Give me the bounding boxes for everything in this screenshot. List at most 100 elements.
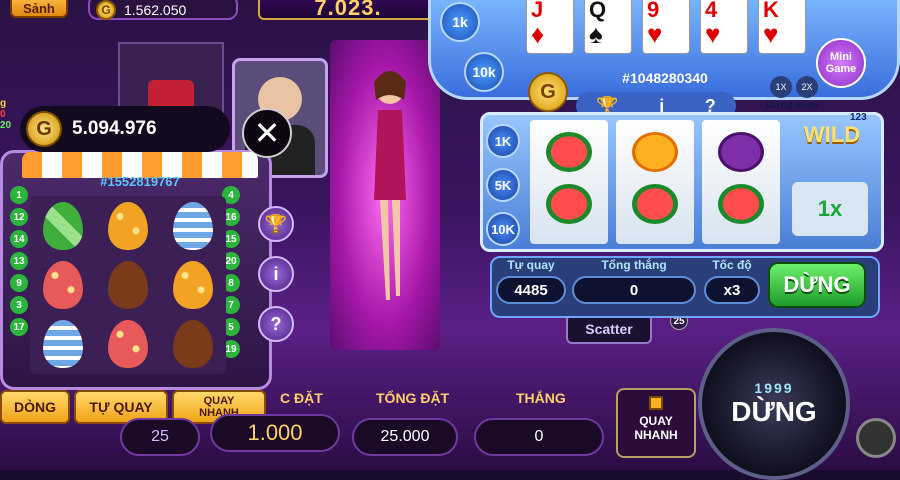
card-suit: ♠ <box>589 19 603 49</box>
orange-icon <box>632 132 678 172</box>
total-bet-value: 25.000 <box>352 418 458 456</box>
chip-10k[interactable]: 10k <box>464 52 504 92</box>
card-rank: J <box>531 0 544 22</box>
card-suit: ♦ <box>531 19 545 49</box>
coin-icon: G <box>528 72 568 112</box>
home-button[interactable]: Sảnh <box>10 0 68 18</box>
card-rank: Q <box>589 0 607 22</box>
quick-spin-label: QUAY NHANH <box>634 414 678 443</box>
card-rank: K <box>763 0 779 22</box>
egg-icon <box>42 320 83 369</box>
scatter-symbol: Scatter <box>566 314 652 344</box>
left-side-tools: 🏆 i ? <box>258 206 294 342</box>
speed-label: Tốc độ <box>712 258 752 272</box>
egg-cell <box>161 196 226 255</box>
big-stop-button[interactable]: 1999 DỪNG <box>698 328 850 480</box>
playing-card: J ♦ <box>526 0 574 54</box>
close-icon[interactable]: ✕ <box>242 108 292 158</box>
big-stop-label: DỪNG <box>731 396 817 427</box>
stop-button[interactable]: DỪNG <box>768 262 866 308</box>
mini-game-label: Mini Game <box>825 50 857 75</box>
egg-icon <box>107 201 148 250</box>
coin-icon: G <box>26 111 62 147</box>
line-number[interactable]: 17 <box>10 318 28 336</box>
help-icon[interactable]: ? <box>258 306 294 342</box>
line-number[interactable]: 14 <box>10 230 28 248</box>
quick-spin-toggle[interactable]: QUAY NHANH <box>616 388 696 458</box>
left-edge-labels: g 0 20 <box>0 98 14 131</box>
left-line-numbers: 1 12 14 13 9 3 17 <box>10 186 30 336</box>
chip-1k[interactable]: 1K <box>486 124 520 158</box>
left-session-id: #1552819767 <box>100 174 180 189</box>
egg-reel-grid <box>30 196 226 374</box>
bet-header: C ĐẶT <box>280 390 323 406</box>
line-number[interactable]: 3 <box>10 296 28 314</box>
line-number[interactable]: 13 <box>10 252 28 270</box>
win-header: THẮNG <box>516 390 566 406</box>
multiplier-reel: 1x <box>792 182 868 236</box>
card-rank: 9 <box>647 0 660 22</box>
dancer-figure <box>374 71 406 300</box>
checkbox-icon <box>649 396 663 410</box>
auto-spin-count[interactable]: 4485 <box>496 276 566 304</box>
egg-icon <box>42 201 83 250</box>
top-balance-value: 1.562.050 <box>124 1 187 18</box>
auto-spin-control: Tự quay 4485 <box>496 258 566 304</box>
joystick-knob[interactable] <box>856 418 896 458</box>
card-suit: ♥ <box>647 19 663 49</box>
mini-game-button[interactable]: Mini Game <box>816 38 866 88</box>
corner-label: 123 <box>850 112 867 123</box>
coin-icon: G <box>96 0 116 20</box>
spin-counter: 1999 <box>754 380 794 396</box>
left-balance-value: 5.094.976 <box>72 118 157 139</box>
egg-icon <box>107 320 148 369</box>
line-number[interactable]: 9 <box>10 274 28 292</box>
egg-cell <box>30 255 95 314</box>
jackpot-display: 7.023. <box>258 0 438 20</box>
auto-spin-label: Tự quay <box>507 258 555 272</box>
slot-reel <box>616 120 694 244</box>
total-win-value: 0 <box>572 276 696 304</box>
line-number[interactable]: 1 <box>10 186 28 204</box>
poker-session-id: #1048280340 <box>622 70 708 86</box>
lines-value[interactable]: 25 <box>120 418 200 456</box>
watermelon-icon <box>546 184 592 224</box>
lines-button[interactable]: DÒNG <box>0 390 70 424</box>
slot-bet-chips: 1K 5K 10K <box>486 124 520 246</box>
edge-label: g <box>0 98 7 109</box>
stop-spin-label[interactable]: Dừng quay <box>766 100 819 111</box>
egg-cell <box>30 315 95 374</box>
egg-cell <box>95 196 160 255</box>
trophy-icon[interactable]: 🏆 <box>258 206 294 242</box>
egg-icon <box>173 320 214 369</box>
poker-cards: J ♦ Q ♠ 9 ♥ 4 ♥ K ♥ <box>526 0 806 54</box>
egg-icon <box>173 260 214 309</box>
card-suit: ♥ <box>763 19 779 49</box>
watermelon-icon <box>546 132 592 172</box>
edge-label: 0 <box>0 109 6 120</box>
playing-card: Q ♠ <box>584 0 632 54</box>
chip-10k[interactable]: 10K <box>486 212 520 246</box>
speed-value[interactable]: x3 <box>704 276 760 304</box>
egg-cell <box>161 315 226 374</box>
bet-value[interactable]: 1.000 <box>210 414 340 452</box>
slot-reel <box>530 120 608 244</box>
speed-options: 1X 2X <box>770 76 818 98</box>
wild-label: WILD <box>803 122 861 147</box>
edge-label: 20 <box>0 120 12 131</box>
watermelon-icon <box>632 184 678 224</box>
chip-1k[interactable]: 1k <box>440 2 480 42</box>
egg-cell <box>161 255 226 314</box>
speed-2x[interactable]: 2X <box>796 76 818 98</box>
left-balance-bar: G 5.094.976 <box>20 106 230 152</box>
top-balance: G 1.562.050 <box>88 0 238 20</box>
slot-reel <box>702 120 780 244</box>
line-number[interactable]: 12 <box>10 208 28 226</box>
chip-5k[interactable]: 5K <box>486 168 520 202</box>
playing-card: 4 ♥ <box>700 0 748 54</box>
watermelon-icon <box>718 184 764 224</box>
wild-symbol: WILD <box>792 122 872 178</box>
speed-1x[interactable]: 1X <box>770 76 792 98</box>
info-icon[interactable]: i <box>258 256 294 292</box>
playing-card: 9 ♥ <box>642 0 690 54</box>
